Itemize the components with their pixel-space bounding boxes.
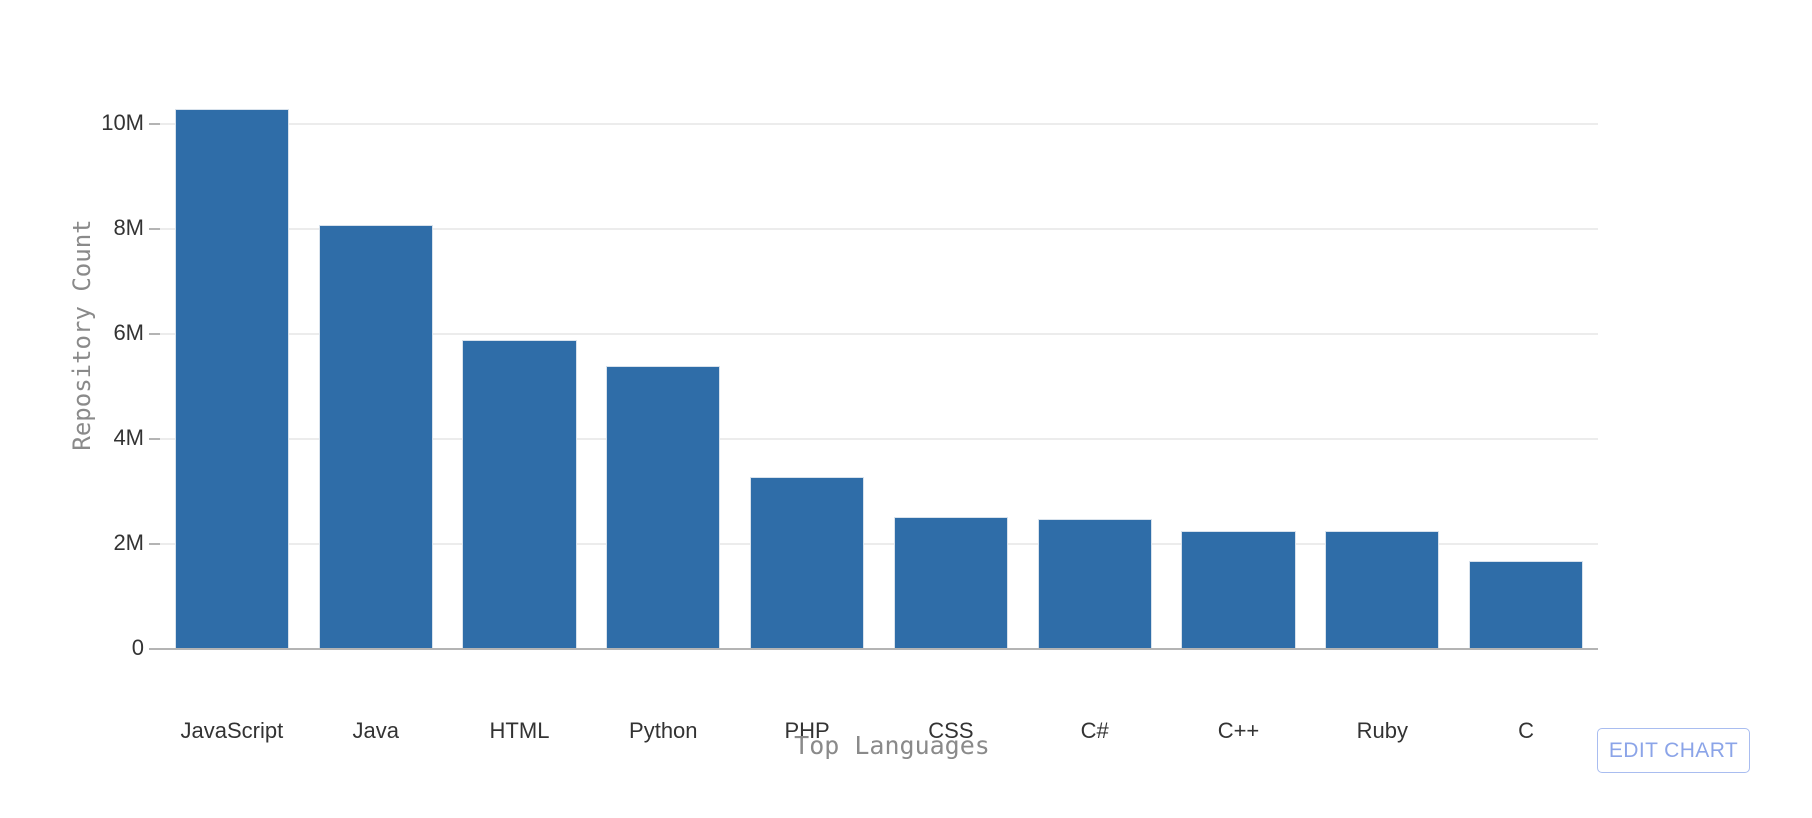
y-axis-tick-label: 2M [113, 530, 144, 555]
gridline [160, 123, 1598, 125]
bar-chart-figure: Repository Count 0 2M 4M 6M 8M 10M JavaScript… [0, 0, 1812, 818]
y-axis-tick-label: 4M [113, 425, 144, 450]
bar[interactable] [893, 516, 1009, 648]
y-axis-tick: 8M [40, 215, 160, 240]
y-axis-tick-mark [149, 333, 160, 335]
bar[interactable] [606, 366, 721, 648]
y-axis-tick: 2M [40, 530, 160, 555]
chart-page: Repository Count 0 2M 4M 6M 8M 10M JavaScript… [0, 0, 1812, 818]
y-axis-tick-mark [149, 648, 160, 650]
y-axis-tick-label: 8M [113, 215, 144, 240]
y-axis-tick-mark [149, 543, 160, 545]
bar[interactable] [318, 225, 433, 648]
edit-chart-button[interactable]: EDIT CHART [1597, 728, 1750, 773]
y-axis-tick: 0 [40, 635, 160, 660]
y-axis-title: Repository Count [68, 219, 96, 451]
bar[interactable] [1037, 519, 1152, 648]
y-axis-tick: 10M [40, 110, 160, 135]
x-axis-title: Top Languages [794, 731, 990, 760]
y-axis-tick: 6M [40, 320, 160, 345]
y-axis-tick-mark [149, 228, 160, 230]
y-axis-tick-label: 6M [113, 320, 144, 345]
bar[interactable] [1181, 530, 1296, 648]
bar[interactable] [1468, 561, 1584, 648]
y-axis-tick-label: 0 [131, 635, 144, 660]
y-axis-tick: 4M [40, 425, 160, 450]
y-axis-tick-mark [149, 438, 160, 440]
bar[interactable] [749, 477, 865, 648]
y-axis-tick-label: 10M [101, 110, 144, 135]
x-axis-line [160, 648, 1598, 650]
bar[interactable] [174, 108, 290, 648]
bar[interactable] [1325, 530, 1440, 648]
bar[interactable] [462, 340, 577, 648]
plot-area: 0 2M 4M 6M 8M 10M JavaScript Java HTML Python PHP… [101, 60, 1598, 743]
y-axis-tick-mark [149, 123, 160, 125]
